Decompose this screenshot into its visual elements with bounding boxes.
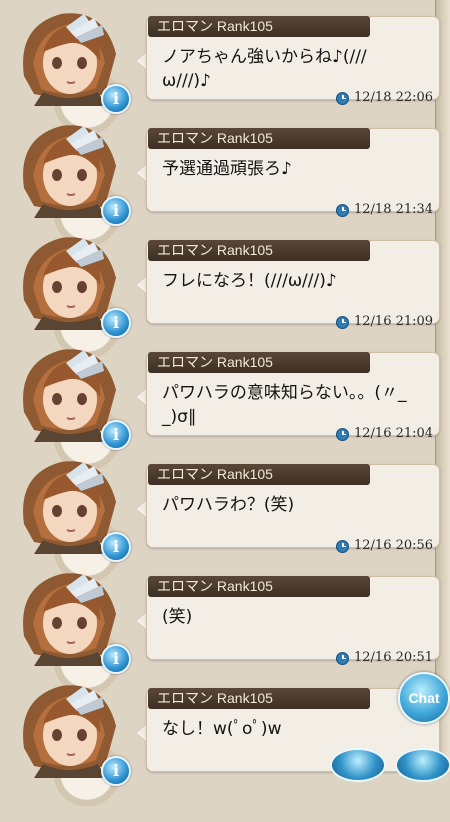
sender-name: エロマン Rank105 [148, 16, 370, 37]
info-icon[interactable]: i [101, 420, 131, 450]
message-timestamp: 12/16 20:51 [354, 650, 434, 665]
bottom-action-button[interactable] [330, 748, 386, 782]
info-icon[interactable]: i [101, 84, 131, 114]
message-text: パワハラの意味知らない。。(〃_ _)σ∥ [162, 383, 407, 427]
timestamp-row: 12/18 22:06 [336, 90, 433, 106]
sender-name: エロマン Rank105 [148, 352, 370, 373]
info-icon[interactable]: i [101, 644, 131, 674]
sender-name: エロマン Rank105 [148, 240, 370, 261]
info-icon[interactable]: i [101, 532, 131, 562]
timestamp-row: 12/16 21:04 [336, 426, 433, 442]
timestamp-row: 12/16 20:56 [336, 538, 433, 554]
info-icon[interactable]: i [101, 196, 131, 226]
message-text: ノアちゃん強いからね♪(///ω///)♪ [162, 47, 367, 91]
timestamp-row: 12/18 21:34 [336, 202, 433, 218]
chat-message-entry: i エロマン Rank105 パワハラわ？(笑) 12/16 20:56 [0, 448, 450, 598]
clock-icon [336, 651, 349, 665]
message-timestamp: 12/18 21:34 [354, 202, 434, 217]
message-text: パワハラわ？(笑) [162, 495, 295, 515]
sender-name: エロマン Rank105 [148, 576, 370, 597]
message-timestamp: 12/16 21:09 [354, 314, 434, 329]
clock-icon [336, 203, 349, 217]
chat-message-entry: i エロマン Rank105 予選通過頑張ろ♪ 12/18 21:34 [0, 112, 450, 262]
info-icon[interactable]: i [101, 756, 131, 786]
clock-icon [336, 315, 349, 329]
chat-message-entry: i エロマン Rank105 ノアちゃん強いからね♪(///ω///)♪ 12/… [0, 0, 450, 150]
message-text: なし！w(ﾟoﾟ)w [162, 719, 282, 739]
sender-name: エロマン Rank105 [148, 464, 370, 485]
sender-name: エロマン Rank105 [148, 688, 370, 709]
timestamp-row: 12/16 21:09 [336, 314, 433, 330]
clock-icon [336, 91, 349, 105]
message-text: フレになろ！(///ω///)♪ [162, 271, 337, 291]
bottom-action-button[interactable] [395, 748, 450, 782]
chat-message-entry: i エロマン Rank105 フレになろ！(///ω///)♪ 12/16 21… [0, 224, 450, 374]
message-timestamp: 12/18 22:06 [354, 90, 434, 105]
message-text: 予選通過頑張ろ♪ [162, 159, 292, 179]
message-timestamp: 12/16 20:56 [354, 538, 434, 553]
message-timestamp: 12/16 21:04 [354, 426, 434, 441]
clock-icon [336, 539, 349, 553]
info-icon[interactable]: i [101, 308, 131, 338]
chat-message-entry: i エロマン Rank105 (笑) 12/16 20:51 [0, 560, 450, 710]
chat-message-entry: i エロマン Rank105 パワハラの意味知らない。。(〃_ _)σ∥ 12/… [0, 336, 450, 486]
timestamp-row: 12/16 20:51 [336, 650, 433, 666]
sender-name: エロマン Rank105 [148, 128, 370, 149]
message-text: (笑) [162, 607, 193, 627]
chat-button[interactable]: Chat [398, 672, 450, 724]
clock-icon [336, 427, 349, 441]
